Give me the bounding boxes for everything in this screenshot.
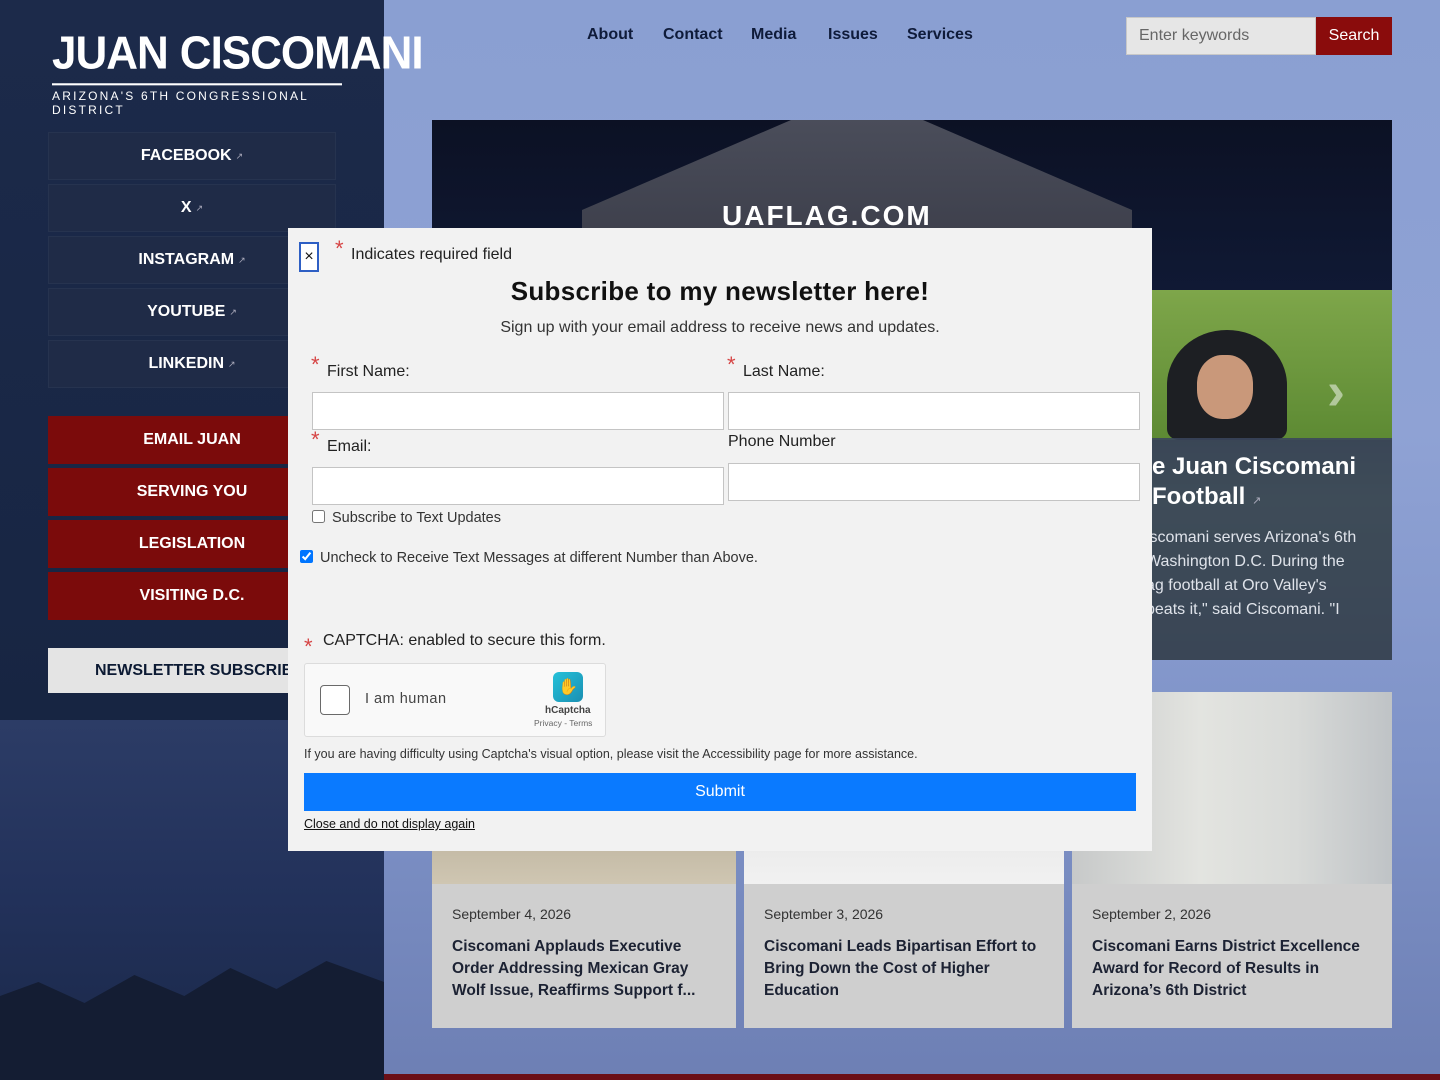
newsletter-modal: × * Indicates required field Subscribe t… bbox=[288, 228, 1152, 851]
hcaptcha-logo-icon: ✋ bbox=[553, 672, 583, 702]
logo-first-name: JUAN bbox=[52, 27, 169, 80]
different-number-label: Uncheck to Receive Text Messages at diff… bbox=[320, 550, 758, 566]
external-link-icon: ↗ bbox=[229, 306, 237, 317]
email-input[interactable] bbox=[312, 467, 724, 505]
hero-title-line: Football bbox=[1152, 483, 1246, 510]
accessibility-note: If you are having difficulty using Captc… bbox=[304, 747, 918, 761]
required-field-note: Indicates required field bbox=[351, 246, 512, 263]
social-label: YOUTUBE bbox=[147, 303, 226, 320]
external-link-icon: ↗ bbox=[195, 202, 204, 213]
nav-services[interactable]: Services bbox=[907, 26, 973, 44]
close-do-not-display-link[interactable]: Close and do not display again bbox=[304, 817, 475, 831]
required-star-icon: * bbox=[727, 352, 736, 377]
first-name-input[interactable] bbox=[312, 392, 724, 430]
phone-number-label: Phone Number bbox=[728, 433, 836, 450]
news-card-date: September 3, 2026 bbox=[764, 906, 884, 922]
submit-button[interactable]: Submit bbox=[304, 773, 1136, 811]
hcaptcha-privacy-terms[interactable]: Privacy - Terms bbox=[534, 718, 592, 728]
last-name-label: Last Name: bbox=[743, 363, 825, 380]
news-card-title[interactable]: Ciscomani Earns District Excellence Awar… bbox=[1092, 936, 1374, 1002]
social-label: X bbox=[180, 199, 192, 216]
mountain-silhouette bbox=[0, 961, 384, 1080]
logo-tagline: ARIZONA'S 6TH CONGRESSIONAL DISTRICT bbox=[52, 89, 309, 117]
hero-summary-line: beats it," said Ciscomani. "I bbox=[1146, 601, 1340, 618]
hcaptcha-widget[interactable]: I am human ✋ hCaptcha Privacy - Terms bbox=[304, 663, 606, 737]
required-star-icon: * bbox=[311, 427, 320, 452]
modal-title: Subscribe to my newsletter here! bbox=[510, 276, 930, 306]
news-card-title[interactable]: Ciscomani Leads Bipartisan Effort to Bri… bbox=[764, 936, 1046, 1002]
last-name-input[interactable] bbox=[728, 392, 1140, 430]
nav-about[interactable]: About bbox=[587, 26, 633, 44]
hero-title-line: e Juan Ciscomani bbox=[1152, 453, 1357, 480]
nav-media[interactable]: Media bbox=[751, 26, 796, 44]
social-label: LINKEDIN bbox=[148, 355, 224, 372]
required-star-icon: * bbox=[335, 236, 344, 261]
modal-subtitle: Sign up with your email address to recei… bbox=[500, 319, 940, 336]
news-card-date: September 4, 2026 bbox=[452, 906, 572, 922]
subscribe-text-updates-checkbox[interactable] bbox=[312, 510, 325, 523]
external-link-icon: ↗ bbox=[238, 254, 246, 265]
footer-strip bbox=[384, 1074, 1440, 1080]
news-card-date: September 2, 2026 bbox=[1092, 906, 1212, 922]
nav-issues[interactable]: Issues bbox=[828, 26, 878, 44]
hero-summary-line: Washington D.C. During the bbox=[1146, 553, 1345, 570]
external-link-icon: ↗ bbox=[228, 358, 236, 369]
social-link-x[interactable]: X ↗ bbox=[48, 184, 336, 232]
different-number-checkbox[interactable] bbox=[300, 550, 313, 563]
hero-title[interactable]: e Juan Ciscomani Football ↗ bbox=[1152, 452, 1392, 516]
social-link-facebook[interactable]: FACEBOOK ↗ bbox=[48, 132, 336, 180]
news-card-title[interactable]: Ciscomani Applauds Executive Order Addre… bbox=[452, 936, 718, 1002]
close-icon[interactable]: × bbox=[299, 242, 319, 272]
logo-name: JUAN CISCOMANI bbox=[52, 27, 424, 86]
email-label: Email: bbox=[327, 438, 372, 455]
hcaptcha-brand: hCaptcha bbox=[545, 705, 591, 716]
captcha-checkbox[interactable] bbox=[320, 685, 350, 715]
chevron-right-icon[interactable]: › bbox=[1327, 360, 1345, 422]
phone-number-input[interactable] bbox=[728, 463, 1140, 501]
logo-last-name: CISCOMANI bbox=[179, 27, 424, 80]
hero-summary: iscomani serves Arizona's 6th Washington… bbox=[1146, 526, 1392, 622]
external-link-icon: ↗ bbox=[1252, 495, 1262, 507]
hero-summary-line: ag football at Oro Valley's bbox=[1146, 577, 1327, 594]
search-input[interactable] bbox=[1126, 17, 1316, 55]
social-label: FACEBOOK bbox=[140, 147, 232, 164]
required-star-icon: * bbox=[304, 634, 313, 659]
hero-image-face bbox=[1197, 355, 1253, 419]
subscribe-text-updates-label: Subscribe to Text Updates bbox=[332, 510, 501, 526]
nav-contact[interactable]: Contact bbox=[663, 26, 723, 44]
search-button[interactable]: Search bbox=[1316, 17, 1392, 55]
external-link-icon: ↗ bbox=[235, 150, 244, 161]
captcha-checkbox-label: I am human bbox=[365, 691, 447, 707]
captcha-label: CAPTCHA: enabled to secure this form. bbox=[323, 632, 606, 649]
required-star-icon: * bbox=[311, 352, 320, 377]
site-logo[interactable]: JUAN CISCOMANI ARIZONA'S 6TH CONGRESSION… bbox=[52, 27, 424, 117]
first-name-label: First Name: bbox=[327, 363, 410, 380]
hero-summary-line: iscomani serves Arizona's 6th bbox=[1146, 529, 1357, 546]
social-label: INSTAGRAM bbox=[138, 251, 235, 268]
